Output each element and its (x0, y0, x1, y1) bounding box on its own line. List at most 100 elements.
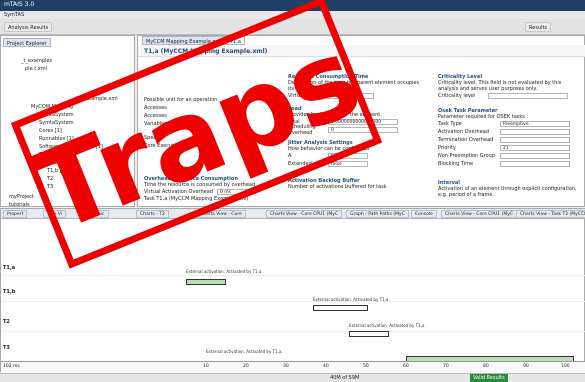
jitter-extended-label: Extended (288, 161, 312, 167)
valid-results-badge[interactable]: Valid Results (470, 374, 508, 382)
editor-area: MyCCM Mapping Example.xml T1,a T1,a (MyC… (137, 35, 585, 207)
load-total-value[interactable]: 0.0000000000000000 (328, 119, 398, 125)
left-field: Specific (144, 135, 164, 141)
axis-tick: 20 (243, 364, 249, 369)
tree-item[interactable]: ...ing Example.xml (71, 96, 118, 104)
left-field: Core Execution (144, 143, 182, 149)
toolbar: Analysis Results Results (0, 19, 585, 35)
lane-label-t3: T3 (3, 345, 10, 351)
tree-item[interactable]: Tasks [8] (39, 152, 61, 160)
left-field: Variables (144, 121, 167, 127)
activation-annotation: External activation. Activated by T1,a. (349, 323, 426, 328)
osek-value[interactable] (500, 161, 570, 167)
osek-label: Blocking Time (438, 161, 474, 167)
activation-desc: Number of activations buffered for task (288, 184, 387, 190)
tree-item[interactable]: T2 (47, 176, 53, 184)
overhead-input[interactable]: 0 ms (216, 189, 247, 195)
lane-divider (1, 275, 585, 276)
lane-label-t2: T2 (3, 319, 10, 325)
jitter-extended-select[interactable]: false (328, 161, 368, 167)
axis-tick: 60 (403, 364, 409, 369)
tree-item[interactable]: _t_examples (21, 58, 52, 66)
tab-charts-t2[interactable]: Charts - T2 (136, 210, 169, 218)
axis-tick: 10 (203, 364, 209, 369)
tree-item[interactable]: Runnables [1] (39, 136, 74, 144)
tree-item[interactable]: myProject (9, 194, 34, 202)
criticality-desc: Criticality level. This field is not eva… (438, 80, 562, 92)
sched-overhead-value[interactable]: 0 (328, 127, 398, 133)
interval-desc: Activation of an element through explici… (438, 186, 577, 198)
osek-value[interactable]: 21 (500, 145, 570, 151)
tree-item[interactable]: Cores [1] (39, 128, 62, 136)
tab-mapping-xml[interactable]: MyCCM Mapping Example.xml (142, 36, 226, 45)
osek-label: Activation Overhead (438, 129, 490, 135)
tab-tree-view[interactable]: Tree Vi (43, 210, 67, 218)
tab-charts-core-cpu1[interactable]: Charts View - Core CPU1 (MyC (266, 210, 343, 218)
tree-item[interactable]: T1,a [CPU] (47, 160, 74, 168)
tree-item[interactable]: SymtaSystem (39, 120, 74, 128)
osek-label: Non Preemption Group (438, 153, 496, 159)
tree-item[interactable]: T1,b [CPU] (47, 168, 74, 176)
axis-tick: 90 (523, 364, 529, 369)
status-bar: 40M of 59M Valid Results (0, 373, 585, 382)
left-field: Accesses (144, 113, 167, 119)
activation-annotation: External activation. Activated by T1,a. (186, 269, 263, 274)
project-explorer: Project Explorer _t_examples ple.t.xml M… (0, 35, 135, 208)
virtual-tcore-label: Virtual TCore (288, 93, 321, 99)
axis-tick: 70 (443, 364, 449, 369)
jitter-a-select[interactable]: true (328, 153, 368, 159)
left-field: Possible unit for an operation (144, 97, 218, 103)
virtual-tcore-input[interactable]: [3 ms;10 ms] (326, 93, 375, 99)
activation-annotation: External activation. Activated by T1,a. (313, 297, 390, 302)
execution-bar[interactable] (313, 305, 368, 311)
tab-console[interactable]: Console (411, 210, 437, 218)
overhead-label: Virtual Activation Overhead (144, 189, 213, 195)
tab-charts-core-cpu1-b[interactable]: Charts View - Core CPU1 (MyC (441, 210, 518, 218)
osek-value[interactable] (500, 137, 570, 143)
osek-value[interactable]: Preemptive (500, 121, 570, 127)
jitter-a-label: A (288, 153, 292, 159)
tab-graph-paths[interactable]: Graph - Path Paths (MyC (346, 210, 409, 218)
lane-label-t1a: T1,a (3, 265, 16, 271)
axis-tick: 50 (363, 364, 369, 369)
project-explorer-tab[interactable]: Project Explorer (3, 38, 51, 47)
axis-tick: 40 (323, 364, 329, 369)
lane-divider (1, 301, 585, 302)
sched-overhead-label: Scheduling Overhead (288, 124, 316, 136)
analysis-results-button[interactable]: Analysis Results (4, 22, 53, 32)
window-title: mTAIS 3.0 (0, 0, 585, 11)
tree-item[interactable]: ple.t.xml (25, 66, 47, 74)
execution-bar[interactable] (186, 279, 226, 285)
lane-divider (1, 331, 585, 332)
results-perspective-button[interactable]: Results (525, 22, 552, 32)
axis-tick: 80 (483, 364, 489, 369)
tree-item[interactable]: T3 (47, 184, 53, 192)
charts-tabbar: Propert Tree Vi Graphic Charts - T2 Char… (1, 209, 585, 219)
resource-consumption-desc: Description of the time the parent eleme… (288, 80, 420, 92)
axis-unit: 102 ms (3, 364, 20, 369)
tab-charts-task-t2[interactable]: Charts View - Task T2 (MyCCM (516, 210, 585, 218)
osek-label: Priority (438, 145, 456, 151)
osek-label: Task Type (438, 121, 462, 127)
lane-label-t1b: T1,b (3, 289, 16, 295)
charts-view: Propert Tree Vi Graphic Charts - T2 Char… (0, 208, 585, 373)
osek-value[interactable] (500, 129, 570, 135)
time-axis: 102 ms 10 20 30 40 50 60 70 80 90 100 (1, 361, 585, 373)
activation-annotation: External activation. Activated by T1,a. (206, 349, 283, 354)
tree-item[interactable]: SymtaSystem (39, 112, 74, 120)
osek-label: Termination Overhead (438, 137, 494, 143)
tab-charts-core[interactable]: Charts View - Core (196, 210, 246, 218)
criticality-label: Criticality level (438, 93, 476, 99)
execution-bar[interactable] (349, 331, 389, 337)
osek-value[interactable] (500, 153, 570, 159)
memory-indicator[interactable]: 40M of 59M (330, 375, 359, 381)
tab-t1a[interactable]: T1,a (226, 36, 245, 45)
criticality-input[interactable] (488, 93, 568, 99)
menu-item-symtas[interactable]: SymTAS (4, 12, 24, 18)
left-field: Accesses (144, 105, 167, 111)
tab-graphic[interactable]: Graphic (83, 210, 109, 218)
tab-properties[interactable]: Propert (3, 210, 28, 218)
tree-item[interactable]: MyCOM Mapping (31, 104, 73, 112)
tree-item[interactable]: Software Components [1] (39, 144, 103, 152)
menubar: SymTAS (0, 11, 585, 19)
